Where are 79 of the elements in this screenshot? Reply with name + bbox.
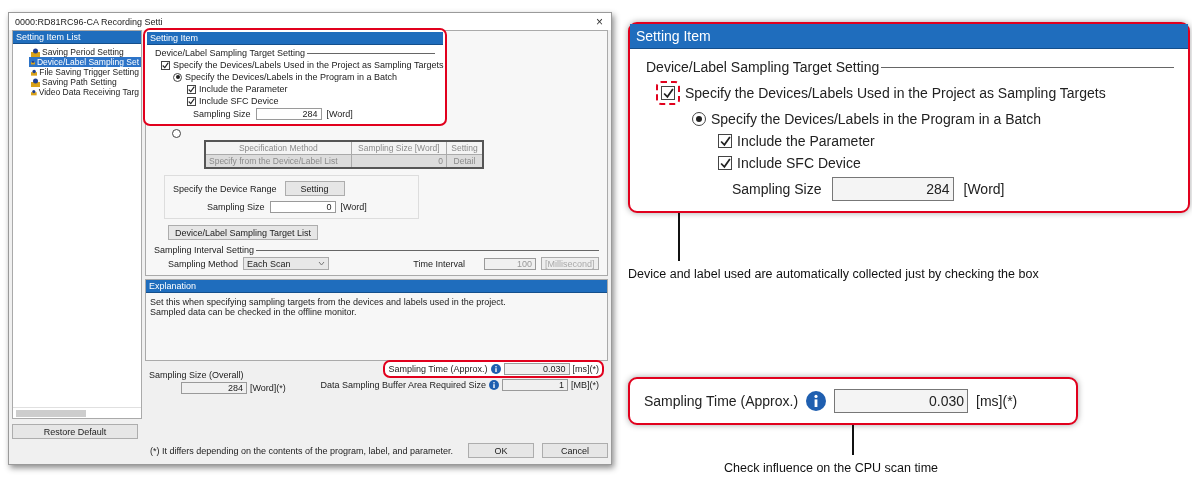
check-icon xyxy=(662,87,674,99)
chevron-down-icon xyxy=(318,261,326,266)
group-title: Device/Label Sampling Target Setting xyxy=(155,48,305,58)
check-icon xyxy=(162,61,169,69)
radio-button[interactable] xyxy=(173,72,182,82)
checkbox-label: Include SFC Device xyxy=(737,155,861,171)
restore-default-button[interactable]: Restore Default xyxy=(12,424,138,439)
tree-item[interactable]: File Saving Trigger Setting xyxy=(29,67,141,77)
setting-button[interactable]: Setting xyxy=(284,181,345,196)
leader-line xyxy=(678,213,680,261)
check-icon xyxy=(719,157,731,169)
radio-label: Specify the Devices/Labels in the Program in a Batch xyxy=(711,111,1041,127)
field-label: Time Interval xyxy=(413,258,465,269)
checkbox-label: Specify the Devices/Labels Used in the Project as Sampling Targets xyxy=(173,60,444,70)
panel-header: Setting Item xyxy=(147,32,443,45)
column-header: Setting xyxy=(446,141,483,155)
unit-label: [Word](*) xyxy=(250,383,286,393)
tree-item[interactable]: Device/Label Sampling Set xyxy=(29,57,141,67)
checkbox-label: Include SFC Device xyxy=(199,96,279,106)
radio-label: Specify the Devices/Labels in the Program in a Batch xyxy=(185,72,398,82)
buffer-size-field[interactable]: 1 xyxy=(502,379,568,391)
checkbox[interactable] xyxy=(187,96,196,106)
checkbox[interactable] xyxy=(718,156,732,170)
cancel-button[interactable]: Cancel xyxy=(542,443,608,458)
field-label: Sampling Method xyxy=(168,258,239,269)
group-title: Sampling Interval Setting xyxy=(154,245,255,255)
radio-button[interactable] xyxy=(692,112,706,126)
checkbox-label: Include the Parameter xyxy=(199,84,288,94)
sampling-size-field[interactable]: 284 xyxy=(255,108,322,120)
info-icon xyxy=(490,364,501,374)
unit-label: [Word] xyxy=(326,109,353,119)
column-header: Specification Method xyxy=(205,141,352,155)
info-icon xyxy=(489,380,499,390)
field-label: Sampling Time (Approx.) xyxy=(644,393,799,409)
caption-text: Device and label used are automatically collected just by checking the box xyxy=(628,267,1040,281)
info-icon xyxy=(806,391,827,411)
checkbox[interactable] xyxy=(161,60,170,70)
sampling-size-field[interactable]: 0 xyxy=(269,201,336,213)
checkbox[interactable] xyxy=(187,84,196,94)
sampling-method-dropdown[interactable]: Each Scan xyxy=(243,257,330,270)
field-label: Sampling Size xyxy=(732,181,822,197)
checkbox-label: Specify the Devices/Labels Used in the Project as Sampling Targets xyxy=(685,85,1106,101)
unit-label: [MB](*) xyxy=(571,380,599,390)
unit-label: [Word] xyxy=(963,181,1005,197)
unit-label: [ms](*) xyxy=(976,393,1018,409)
sampling-time-field[interactable]: 0.030 xyxy=(503,363,570,375)
checkbox[interactable] xyxy=(718,134,732,148)
column-header: Sampling Size [Word] xyxy=(351,141,447,155)
footnote-text: (*) It differs depending on the contents of the program, label, and parameter. xyxy=(150,445,455,456)
tree-item[interactable]: Saving Period Setting xyxy=(29,47,141,57)
horizontal-scrollbar[interactable] xyxy=(13,407,141,418)
check-icon xyxy=(719,135,731,147)
tree-item[interactable]: Video Data Receiving Targ xyxy=(29,87,141,97)
field-label: Sampling Size (Overall) xyxy=(149,370,245,380)
field-label: Sampling Size xyxy=(207,202,265,212)
tree-item[interactable]: Saving Path Setting xyxy=(29,77,141,87)
close-button[interactable]: × xyxy=(594,14,605,29)
unit-label: [Word] xyxy=(340,202,367,212)
field-label: Sampling Time (Approx.) xyxy=(388,364,488,374)
field-label: Data Sampling Buffer Area Required Size xyxy=(320,380,486,390)
field-label: Specify the Device Range xyxy=(173,183,277,194)
leader-line xyxy=(852,425,854,455)
ok-button[interactable]: OK xyxy=(468,443,534,458)
target-list-button[interactable]: Device/Label Sampling Target List xyxy=(168,225,318,240)
panel-header: Setting Item xyxy=(630,24,1188,49)
sampling-size-field[interactable]: 284 xyxy=(831,177,954,201)
window-title: 0000:RD81RC96-CA Recording Setti xyxy=(15,16,163,27)
unit-label: [ms](*) xyxy=(572,364,599,374)
caption-text: Check influence on the CPU scan time xyxy=(724,461,939,475)
panel-header: Explanation xyxy=(146,280,607,293)
list-header: Setting Item List xyxy=(13,31,141,44)
group-title: Device/Label Sampling Target Setting xyxy=(646,59,880,75)
explanation-text: Set this when specifying sampling targets from the devices and labels used in the project. Sampled data can be checked in the offline monitor. xyxy=(149,296,507,319)
radio-button[interactable] xyxy=(172,129,181,138)
sampling-time-field[interactable]: 0.030 xyxy=(834,389,969,413)
checkbox[interactable] xyxy=(661,86,675,100)
field-label: Sampling Size xyxy=(193,109,251,119)
checkbox-label: Include the Parameter xyxy=(737,133,875,149)
overall-size-field[interactable]: 284 xyxy=(181,382,247,394)
